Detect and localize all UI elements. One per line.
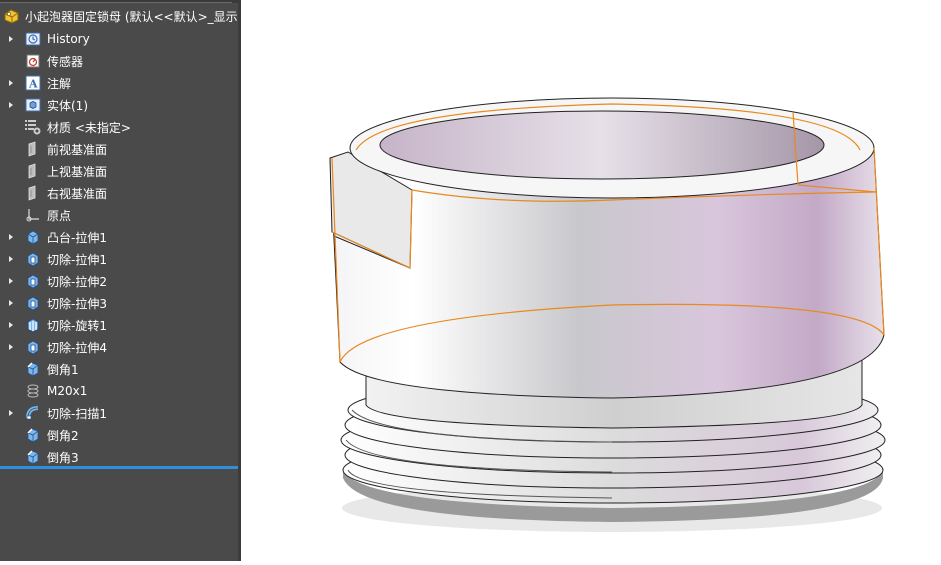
tree-item-5[interactable]: 前视基准面 xyxy=(0,138,238,160)
expand-chevron-icon[interactable] xyxy=(6,35,16,43)
expand-chevron-icon[interactable] xyxy=(6,343,16,351)
tree-item-17[interactable]: 切除-扫描1 xyxy=(0,402,238,424)
material-icon xyxy=(24,118,42,136)
tree-item-4[interactable]: 材质 <未指定> xyxy=(0,116,238,138)
tree-item-3[interactable]: 实体(1) xyxy=(0,94,238,116)
expand-chevron-icon[interactable] xyxy=(6,255,16,263)
tree-item-label: 上视基准面 xyxy=(47,164,108,179)
sensor-icon xyxy=(24,52,42,70)
tree-item-14[interactable]: 切除-拉伸4 xyxy=(0,336,238,358)
feature-manager-tree: 小起泡器固定锁母 (默认<<默认>_显示 History 传感器 A 注解实体(1) 材… xyxy=(0,0,238,561)
tree-item-18[interactable]: 倒角2 xyxy=(0,424,238,446)
tree-item-2[interactable]: A 注解 xyxy=(0,72,238,94)
cut-extrude-icon xyxy=(24,338,42,356)
tree-item-label: 右视基准面 xyxy=(47,186,108,201)
tree-item-6[interactable]: 上视基准面 xyxy=(0,160,238,182)
tree-item-19[interactable]: 倒角3 xyxy=(0,446,238,468)
cut-revolve-icon xyxy=(24,316,42,334)
tree-item-label: 倒角2 xyxy=(47,428,79,443)
tree-item-label: 切除-扫描1 xyxy=(47,406,107,421)
tree-item-label: History xyxy=(47,32,90,46)
tree-item-label: 切除-拉伸3 xyxy=(47,296,107,311)
tree-item-label: 倒角1 xyxy=(47,362,79,377)
expand-chevron-icon[interactable] xyxy=(6,233,16,241)
tree-item-10[interactable]: 切除-拉伸1 xyxy=(0,248,238,270)
tree-item-11[interactable]: 切除-拉伸2 xyxy=(0,270,238,292)
cut-extrude-icon xyxy=(24,294,42,312)
tree-item-label: 实体(1) xyxy=(47,98,88,113)
cosmetic-thread-icon xyxy=(24,382,42,400)
solid-bodies-icon xyxy=(24,96,42,114)
chamfer-icon xyxy=(24,360,42,378)
tree-root-label: 小起泡器固定锁母 (默认<<默认>_显示 xyxy=(25,9,238,24)
tree-item-label: 原点 xyxy=(47,208,72,223)
tree-item-8[interactable]: 原点 xyxy=(0,204,238,226)
tree-item-12[interactable]: 切除-拉伸3 xyxy=(0,292,238,314)
tree-item-16[interactable]: M20x1 xyxy=(0,380,238,402)
main-body xyxy=(329,97,885,399)
plane-icon xyxy=(24,184,42,202)
tree-item-1[interactable]: 传感器 xyxy=(0,50,238,72)
tree-item-label: 传感器 xyxy=(47,54,84,69)
tree-item-7[interactable]: 右视基准面 xyxy=(0,182,238,204)
tree-item-label: 切除-拉伸1 xyxy=(47,252,107,267)
origin-icon xyxy=(24,206,42,224)
expand-chevron-icon[interactable] xyxy=(6,299,16,307)
tree-item-0[interactable]: History xyxy=(0,28,238,50)
tree-item-label: 前视基准面 xyxy=(47,142,108,157)
boss-extrude-icon xyxy=(24,228,42,246)
tree-item-label: 倒角3 xyxy=(47,450,79,465)
chamfer-icon xyxy=(24,448,42,466)
expand-chevron-icon[interactable] xyxy=(6,101,16,109)
tree-item-9[interactable]: 凸台-拉伸1 xyxy=(0,226,238,248)
expand-chevron-icon[interactable] xyxy=(6,321,16,329)
tree-item-13[interactable]: 切除-旋转1 xyxy=(0,314,238,336)
model-view[interactable] xyxy=(241,0,941,561)
tree-item-label: 切除-拉伸2 xyxy=(47,274,107,289)
history-icon xyxy=(24,30,42,48)
tree-item-15[interactable]: 倒角1 xyxy=(0,358,238,380)
tree-item-label: 切除-旋转1 xyxy=(47,318,107,333)
tree-item-label: 凸台-拉伸1 xyxy=(47,230,107,245)
part-icon xyxy=(3,7,21,25)
rollback-bar[interactable] xyxy=(0,466,238,469)
tree-top-strip xyxy=(0,0,238,3)
cut-sweep-icon xyxy=(24,404,42,422)
cut-extrude-icon xyxy=(24,272,42,290)
plane-icon xyxy=(24,140,42,158)
graphics-area[interactable] xyxy=(241,0,941,561)
tree-item-label: 切除-拉伸4 xyxy=(47,340,107,355)
tree-root-part[interactable]: 小起泡器固定锁母 (默认<<默认>_显示 xyxy=(0,6,238,26)
plane-icon xyxy=(24,162,42,180)
cut-extrude-icon xyxy=(24,250,42,268)
tree-item-label: 注解 xyxy=(47,76,72,91)
chamfer-icon xyxy=(24,426,42,444)
tree-item-label: 材质 <未指定> xyxy=(47,120,131,135)
expand-chevron-icon[interactable] xyxy=(6,79,16,87)
annotation-icon: A xyxy=(24,74,42,92)
tree-item-label: M20x1 xyxy=(47,384,88,398)
expand-chevron-icon[interactable] xyxy=(6,409,16,417)
expand-chevron-icon[interactable] xyxy=(6,277,16,285)
svg-text:A: A xyxy=(28,78,38,91)
